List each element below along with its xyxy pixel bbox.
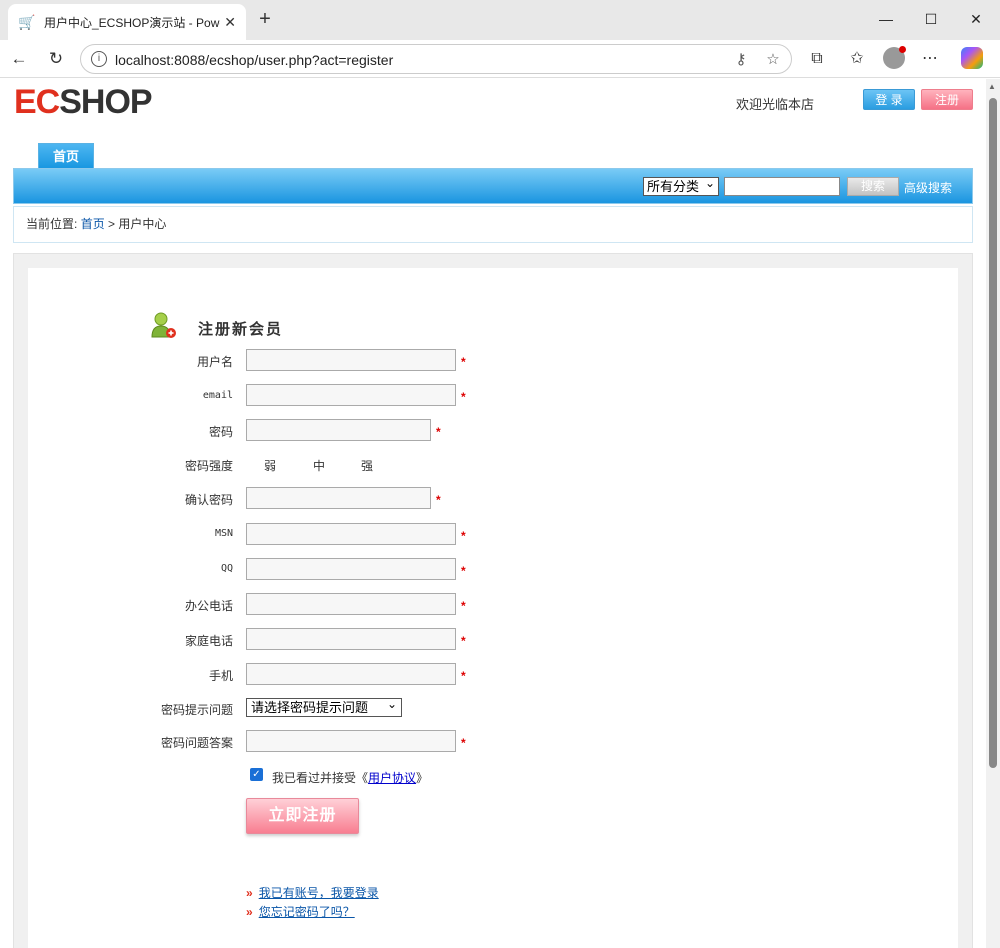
home-phone-label: 家庭电话 [184, 634, 233, 648]
user-agreement-link[interactable]: 用户协议 [368, 771, 416, 785]
copilot-icon[interactable] [961, 47, 983, 69]
add-user-icon [151, 312, 176, 338]
strength-weak: 弱 [264, 459, 277, 473]
url-text: localhost:8088/ecshop/user.php?act=regis… [115, 52, 394, 68]
agree-checkbox[interactable]: ✓ [250, 768, 263, 781]
mobile-label: 手机 [208, 669, 233, 683]
favorite-star-icon[interactable]: ☆ [763, 50, 783, 70]
breadcrumb-current: 用户中心 [118, 217, 167, 231]
qq-label: QQ [220, 563, 233, 574]
cart-favicon-icon: 🛒 [18, 14, 36, 30]
email-field[interactable] [246, 384, 456, 406]
office-phone-label: 办公电话 [184, 599, 233, 613]
required-mark: * [461, 390, 466, 404]
page-viewport: ECSHOP 欢迎光临本店 登 录 注册 首页 所有分类 搜索 高级搜索 当前位… [0, 79, 986, 948]
key-icon[interactable]: ⚷ [731, 50, 751, 70]
required-mark: * [461, 634, 466, 648]
breadcrumb-home-link[interactable]: 首页 [81, 217, 105, 231]
forgot-password-link[interactable]: 您忘记密码了吗？ [259, 905, 355, 919]
reload-icon[interactable]: ↻ [45, 48, 67, 70]
welcome-text: 欢迎光临本店 [736, 97, 815, 112]
required-mark: * [461, 599, 466, 613]
arrow-icon: » [246, 905, 253, 919]
username-label: 用户名 [196, 355, 233, 369]
strength-strong: 强 [361, 459, 374, 473]
search-input[interactable] [724, 177, 840, 196]
nav-tab-home[interactable]: 首页 [38, 143, 94, 169]
breadcrumb-prefix: 当前位置: [26, 217, 78, 231]
advanced-search-link[interactable]: 高级搜索 [904, 179, 952, 196]
required-mark: * [461, 564, 466, 578]
arrow-icon: » [246, 886, 253, 900]
email-label: email [202, 390, 233, 401]
required-mark: * [436, 425, 441, 439]
register-button[interactable]: 注册 [921, 89, 973, 110]
mobile-field[interactable] [246, 663, 456, 685]
confirm-password-label: 确认密码 [184, 493, 233, 507]
msn-label: MSN [214, 528, 233, 539]
tab-title: 用户中心_ECSHOP演示站 - Power [44, 15, 220, 30]
nav-bar: 所有分类 搜索 高级搜索 [13, 168, 973, 204]
maximize-icon[interactable]: ☐ [919, 8, 943, 30]
username-field[interactable] [246, 349, 456, 371]
have-account-link[interactable]: 我已有账号，我要登录 [259, 886, 379, 900]
question-label: 密码提示问题 [160, 703, 233, 717]
new-tab-icon[interactable]: + [254, 8, 276, 30]
browser-tab[interactable]: 🛒 用户中心_ECSHOP演示站 - Power ✕ [8, 4, 246, 40]
minimize-icon[interactable]: — [874, 8, 898, 30]
close-window-icon[interactable]: ✕ [964, 8, 988, 30]
favorites-icon[interactable]: ✩ [846, 48, 868, 70]
login-link-row: » 我已有账号，我要登录 [246, 884, 379, 901]
password-question-select[interactable]: 请选择密码提示问题 [246, 696, 402, 717]
scrollbar-thumb[interactable] [989, 98, 997, 768]
required-mark: * [461, 355, 466, 369]
url-field[interactable]: i localhost:8088/ecshop/user.php?act=reg… [80, 44, 792, 74]
breadcrumb-separator: > [108, 217, 116, 231]
answer-field[interactable] [246, 730, 456, 752]
scroll-up-icon[interactable]: ▲ [988, 82, 996, 91]
confirm-password-field[interactable] [246, 487, 431, 509]
address-bar-row: ← ↻ i localhost:8088/ecshop/user.php?act… [0, 40, 1000, 78]
agree-text: 我已看过并接受《用户协议》 [272, 771, 429, 785]
ecshop-logo[interactable]: ECSHOP [14, 85, 153, 119]
home-phone-field[interactable] [246, 628, 456, 650]
site-info-icon[interactable]: i [91, 51, 107, 67]
search-button[interactable]: 搜索 [847, 177, 899, 196]
more-menu-icon[interactable]: ⋯ [919, 48, 941, 70]
required-mark: * [461, 736, 466, 750]
notification-dot [899, 46, 906, 53]
submit-register-button[interactable]: 立即注册 [246, 798, 359, 834]
required-mark: * [461, 529, 466, 543]
msn-field[interactable] [246, 523, 456, 545]
browser-tab-bar: 🛒 用户中心_ECSHOP演示站 - Power ✕ + — ☐ ✕ [0, 0, 1000, 40]
close-tab-icon[interactable]: ✕ [224, 14, 236, 31]
breadcrumb: 当前位置: 首页 > 用户中心 [13, 206, 973, 243]
forgot-link-row: » 您忘记密码了吗？ [246, 903, 355, 920]
answer-label: 密码问题答案 [160, 736, 233, 750]
strength-label: 密码强度 [184, 459, 233, 473]
extensions-icon[interactable]: ⧉ [806, 48, 828, 70]
office-phone-field[interactable] [246, 593, 456, 615]
strength-medium: 中 [313, 459, 326, 473]
back-icon[interactable]: ← [8, 48, 30, 70]
required-mark: * [436, 493, 441, 507]
password-label: 密码 [208, 425, 233, 439]
login-button[interactable]: 登 录 [863, 89, 915, 110]
register-title: 注册新会员 [198, 321, 284, 338]
password-field[interactable] [246, 419, 431, 441]
qq-field[interactable] [246, 558, 456, 580]
category-select[interactable]: 所有分类 [643, 175, 719, 196]
required-mark: * [461, 669, 466, 683]
